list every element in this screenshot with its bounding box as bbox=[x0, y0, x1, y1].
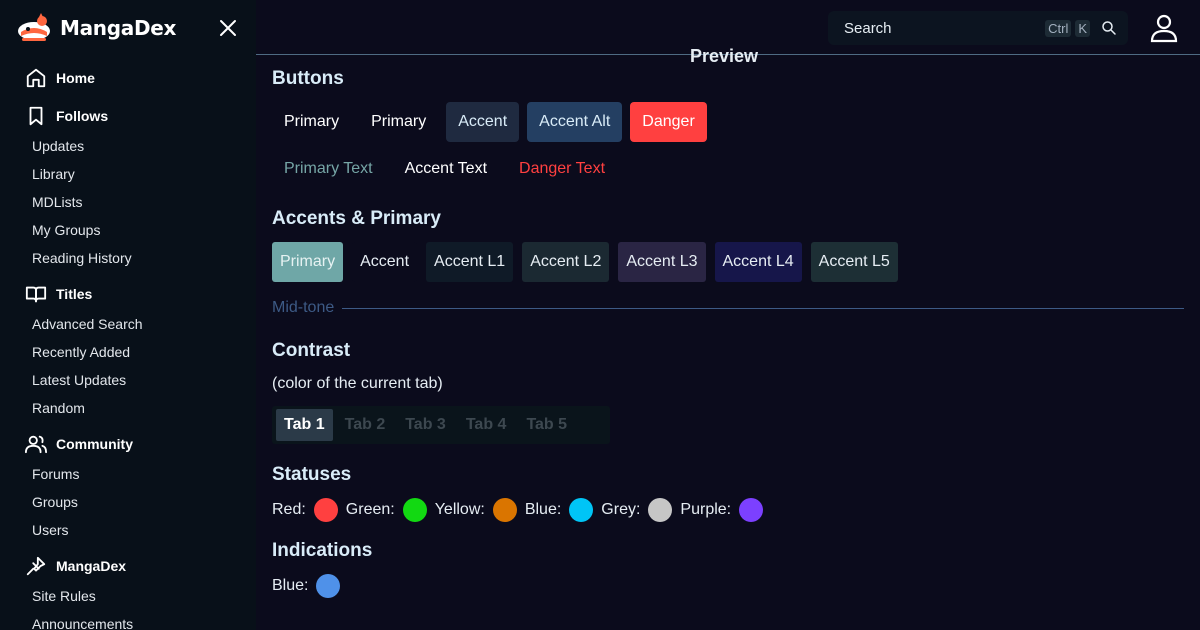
search-input[interactable]: Search Ctrl K bbox=[828, 11, 1128, 45]
status-label-yellow: Yellow: bbox=[434, 501, 485, 518]
swatch-accent-l4: Accent L4 bbox=[714, 242, 802, 282]
tab-2[interactable]: Tab 2 bbox=[337, 409, 394, 441]
sidebar-item-advanced-search[interactable]: Advanced Search bbox=[0, 310, 256, 338]
sidebar-section-label: Titles bbox=[56, 286, 93, 302]
tab-5[interactable]: Tab 5 bbox=[518, 409, 575, 441]
status-label-green: Green: bbox=[345, 501, 395, 518]
midtone-divider: Mid-tone bbox=[272, 299, 1184, 317]
buttons-row: Primary Primary Accent Accent Alt Danger bbox=[272, 102, 715, 142]
close-sidebar-button[interactable] bbox=[216, 16, 240, 40]
pin-icon bbox=[24, 554, 48, 578]
status-label-purple: Purple: bbox=[680, 501, 732, 518]
sidebar: MangaDex Home Follows Updates Library MD… bbox=[0, 0, 256, 630]
sidebar-section-mangadex[interactable]: MangaDex bbox=[0, 550, 256, 582]
mangadex-logo-icon bbox=[18, 13, 50, 41]
status-dot-yellow bbox=[492, 498, 517, 522]
swatch-accent: Accent bbox=[352, 242, 418, 282]
sidebar-item-mdlists[interactable]: MDLists bbox=[0, 188, 256, 216]
sidebar-section-titles[interactable]: Titles bbox=[0, 278, 256, 310]
bookmark-icon bbox=[24, 104, 48, 128]
danger-text-button[interactable]: Danger Text bbox=[507, 149, 617, 189]
accent-alt-button[interactable]: Accent Alt bbox=[527, 102, 623, 142]
sidebar-item-random[interactable]: Random bbox=[0, 394, 256, 422]
sidebar-item-my-groups[interactable]: My Groups bbox=[0, 216, 256, 244]
swatch-accent-l3: Accent L3 bbox=[618, 242, 706, 282]
accent-button[interactable]: Accent bbox=[446, 102, 520, 142]
user-menu-button[interactable] bbox=[1148, 12, 1180, 44]
indications-row: Blue: bbox=[272, 574, 348, 598]
shortcut-key-k: K bbox=[1075, 19, 1090, 37]
contrast-subtext: (color of the current tab) bbox=[272, 375, 443, 392]
home-icon bbox=[24, 66, 48, 90]
theme-preview: Preview Buttons Primary Primary Accent A… bbox=[256, 46, 1200, 630]
swatch-accent-l2: Accent L2 bbox=[522, 242, 610, 282]
swatch-accent-l5: Accent L5 bbox=[810, 242, 898, 282]
indications-heading: Indications bbox=[272, 540, 373, 561]
status-dot-purple bbox=[739, 498, 764, 522]
brand-logo[interactable]: MangaDex bbox=[16, 12, 176, 44]
status-dot-grey bbox=[648, 498, 673, 522]
primary-button-alt[interactable]: Primary bbox=[359, 102, 438, 142]
book-open-icon bbox=[24, 282, 48, 306]
sidebar-section-label: Follows bbox=[56, 108, 109, 124]
midtone-line bbox=[342, 307, 1184, 309]
accent-swatches-row: Primary Accent Accent L1 Accent L2 Accen… bbox=[272, 242, 907, 282]
tab-4[interactable]: Tab 4 bbox=[458, 409, 515, 441]
indication-label-blue: Blue: bbox=[272, 577, 309, 594]
sidebar-section-community[interactable]: Community bbox=[0, 428, 256, 460]
status-dot-blue bbox=[569, 498, 594, 522]
sidebar-section-home[interactable]: Home bbox=[0, 62, 256, 94]
contrast-tabs: Tab 1 Tab 2 Tab 3 Tab 4 Tab 5 bbox=[272, 406, 610, 444]
user-icon bbox=[1150, 14, 1178, 43]
tab-1[interactable]: Tab 1 bbox=[276, 409, 333, 441]
buttons-heading: Buttons bbox=[272, 68, 344, 89]
brand-name: MangaDex bbox=[60, 16, 177, 40]
indication-dot-blue bbox=[316, 574, 341, 598]
sidebar-item-updates[interactable]: Updates bbox=[0, 132, 256, 160]
statuses-row: Red: Green: Yellow: Blue: Grey: Purple: bbox=[272, 498, 771, 522]
status-label-red: Red: bbox=[272, 501, 306, 518]
sidebar-nav: Home Follows Updates Library MDLists My … bbox=[0, 62, 256, 630]
danger-button[interactable]: Danger bbox=[630, 102, 707, 142]
swatch-primary: Primary bbox=[272, 242, 344, 282]
shortcut-key-ctrl: Ctrl bbox=[1045, 19, 1072, 37]
search-placeholder: Search bbox=[844, 19, 892, 37]
sidebar-item-library[interactable]: Library bbox=[0, 160, 256, 188]
close-icon bbox=[220, 20, 236, 36]
accent-text-button[interactable]: Accent Text bbox=[393, 149, 499, 189]
statuses-heading: Statuses bbox=[272, 464, 352, 485]
sidebar-section-label: MangaDex bbox=[56, 558, 127, 574]
tab-3[interactable]: Tab 3 bbox=[397, 409, 454, 441]
status-dot-green bbox=[402, 498, 427, 522]
sidebar-item-announcements[interactable]: Announcements bbox=[0, 610, 256, 630]
sidebar-item-recently-added[interactable]: Recently Added bbox=[0, 338, 256, 366]
sidebar-section-label: Community bbox=[56, 436, 133, 452]
text-buttons-row: Primary Text Accent Text Danger Text bbox=[272, 149, 625, 189]
status-label-grey: Grey: bbox=[601, 501, 641, 518]
sidebar-section-follows[interactable]: Follows bbox=[0, 100, 256, 132]
search-icon[interactable] bbox=[1100, 19, 1118, 37]
primary-text-button[interactable]: Primary Text bbox=[272, 149, 385, 189]
status-label-blue: Blue: bbox=[524, 501, 562, 518]
sidebar-item-reading-history[interactable]: Reading History bbox=[0, 244, 256, 272]
sidebar-item-groups[interactable]: Groups bbox=[0, 488, 256, 516]
sidebar-item-users[interactable]: Users bbox=[0, 516, 256, 544]
users-icon bbox=[24, 432, 48, 456]
sidebar-section-label: Home bbox=[56, 70, 95, 86]
primary-button[interactable]: Primary bbox=[272, 102, 351, 142]
swatch-accent-l1: Accent L1 bbox=[426, 242, 514, 282]
sidebar-item-latest-updates[interactable]: Latest Updates bbox=[0, 366, 256, 394]
sidebar-item-forums[interactable]: Forums bbox=[0, 460, 256, 488]
status-dot-red bbox=[313, 498, 338, 522]
sidebar-item-site-rules[interactable]: Site Rules bbox=[0, 582, 256, 610]
accents-heading: Accents & Primary bbox=[272, 208, 441, 229]
contrast-heading: Contrast bbox=[272, 340, 351, 361]
preview-title: Preview bbox=[690, 46, 759, 66]
midtone-label: Mid-tone bbox=[272, 299, 335, 316]
